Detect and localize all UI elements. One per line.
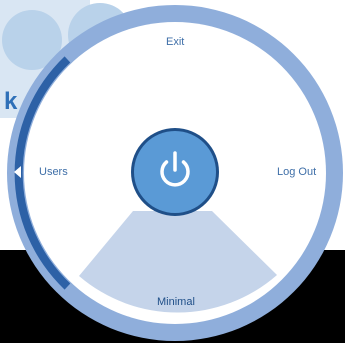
menu-item-minimal[interactable]: Minimal (157, 297, 195, 308)
menu-item-exit[interactable]: Exit (166, 37, 184, 48)
power-button[interactable] (134, 131, 216, 213)
pie-menu-screen: k Exit Users Log Out Minimal (0, 0, 345, 343)
background-title-fragment: k (4, 88, 18, 115)
menu-item-log-out[interactable]: Log Out (277, 167, 316, 178)
menu-item-users[interactable]: Users (39, 167, 68, 178)
